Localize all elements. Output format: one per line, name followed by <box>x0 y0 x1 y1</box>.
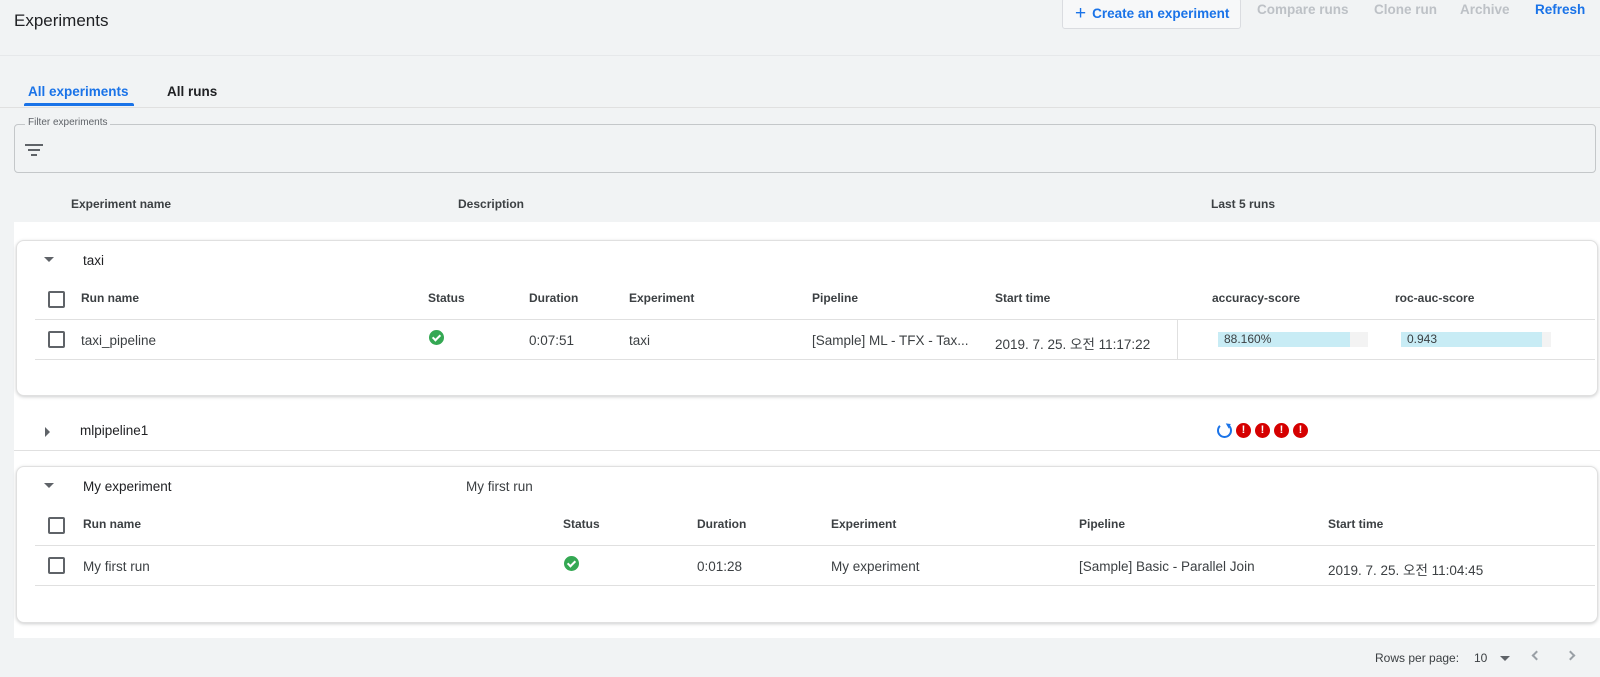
run-start-time: 2019. 7. 25. 오전 11:04:45 <box>1328 563 1484 578</box>
create-experiment-button[interactable]: + Create an experiment <box>1062 0 1241 29</box>
header-run-name[interactable]: Run name <box>83 517 141 531</box>
run-error-icon[interactable]: ! <box>1255 423 1270 438</box>
page-title: Experiments <box>14 11 109 30</box>
run-name-link[interactable]: taxi_pipeline <box>81 333 156 348</box>
experiment-description: My first run <box>466 479 533 494</box>
row-checkbox[interactable] <box>48 331 65 348</box>
header-duration[interactable]: Duration <box>529 291 578 305</box>
status-succeeded-icon <box>564 556 579 571</box>
tab-all-runs[interactable]: All runs <box>167 84 217 99</box>
header-status[interactable]: Status <box>428 291 465 305</box>
archive-button[interactable]: Archive <box>1460 2 1510 17</box>
experiment-name[interactable]: mlpipeline1 <box>80 423 148 438</box>
active-tab-indicator <box>24 103 134 106</box>
row-checkbox[interactable] <box>48 557 65 574</box>
tab-all-experiments[interactable]: All experiments <box>28 84 129 99</box>
experiment-name[interactable]: taxi <box>83 253 104 268</box>
header-pipeline[interactable]: Pipeline <box>812 291 858 305</box>
experiment-card-taxi: taxi Run name Status Duration Experiment… <box>16 240 1598 396</box>
select-all-checkbox[interactable] <box>48 291 65 308</box>
row-divider <box>35 585 1595 586</box>
experiment-card-my-experiment: My experiment My first run Run name Stat… <box>16 466 1598 623</box>
run-pipeline-link[interactable]: [Sample] ML - TFX - Tax... <box>812 333 969 348</box>
run-error-icon[interactable]: ! <box>1274 423 1289 438</box>
plus-icon: + <box>1075 3 1087 24</box>
row-divider <box>35 545 1595 546</box>
filter-experiments-field[interactable]: Filter experiments <box>14 117 1596 173</box>
refresh-button[interactable]: Refresh <box>1535 2 1585 17</box>
create-experiment-label: Create an experiment <box>1092 6 1230 21</box>
expand-icon[interactable] <box>45 427 50 437</box>
filter-list-icon <box>25 143 43 157</box>
top-bar: Experiments + Create an experiment Compa… <box>0 0 1600 56</box>
column-experiment-name[interactable]: Experiment name <box>71 197 171 211</box>
roc-auc-score-bar: 0.943 <box>1401 332 1551 347</box>
roc-auc-score-value: 0.943 <box>1407 332 1438 346</box>
run-duration: 0:01:28 <box>697 559 743 574</box>
run-error-icon[interactable]: ! <box>1293 423 1308 438</box>
run-duration: 0:07:51 <box>529 333 575 348</box>
next-page-icon[interactable] <box>1565 650 1576 661</box>
row-divider <box>35 319 1595 320</box>
clone-run-button[interactable]: Clone run <box>1374 2 1437 17</box>
header-roc-auc-score[interactable]: roc-auc-score <box>1395 291 1474 305</box>
column-description[interactable]: Description <box>458 197 524 211</box>
metric-divider <box>1177 319 1178 359</box>
accuracy-score-bar: 88.160% <box>1218 332 1368 347</box>
accuracy-score-value: 88.160% <box>1224 332 1272 346</box>
tab-bar: All experiments All runs <box>0 57 1600 108</box>
run-experiment-link[interactable]: My experiment <box>831 559 920 574</box>
filter-label: Filter experiments <box>25 117 111 128</box>
dropdown-arrow-icon[interactable] <box>1500 656 1510 661</box>
header-run-name[interactable]: Run name <box>81 291 139 305</box>
header-experiment[interactable]: Experiment <box>629 291 694 305</box>
collapse-icon[interactable] <box>44 257 54 262</box>
run-pipeline-link[interactable]: [Sample] Basic - Parallel Join <box>1079 559 1255 574</box>
run-pending-icon[interactable] <box>1217 423 1232 438</box>
experiment-row-mlpipeline1[interactable]: mlpipeline1 <box>14 412 1600 451</box>
rows-per-page-label: Rows per page: <box>1375 651 1460 665</box>
header-status[interactable]: Status <box>563 517 600 531</box>
compare-runs-button[interactable]: Compare runs <box>1257 2 1349 17</box>
header-duration[interactable]: Duration <box>697 517 746 531</box>
previous-page-icon[interactable] <box>1531 650 1542 661</box>
collapse-icon[interactable] <box>44 483 54 488</box>
column-last-5-runs: Last 5 runs <box>1211 197 1276 211</box>
header-start-time[interactable]: Start time <box>1328 517 1383 531</box>
header-accuracy-score[interactable]: accuracy-score <box>1212 291 1300 305</box>
run-error-icon[interactable]: ! <box>1236 423 1251 438</box>
header-experiment[interactable]: Experiment <box>831 517 896 531</box>
status-succeeded-icon <box>429 330 444 345</box>
run-experiment-link[interactable]: taxi <box>629 333 650 348</box>
header-pipeline[interactable]: Pipeline <box>1079 517 1125 531</box>
header-start-time[interactable]: Start time <box>995 291 1050 305</box>
rows-per-page-select[interactable]: 10 <box>1474 651 1487 665</box>
run-name-link[interactable]: My first run <box>83 559 150 574</box>
experiment-name[interactable]: My experiment <box>83 479 172 494</box>
row-divider <box>35 359 1595 360</box>
select-all-checkbox[interactable] <box>48 517 65 534</box>
run-start-time: 2019. 7. 25. 오전 11:17:22 <box>995 337 1151 352</box>
